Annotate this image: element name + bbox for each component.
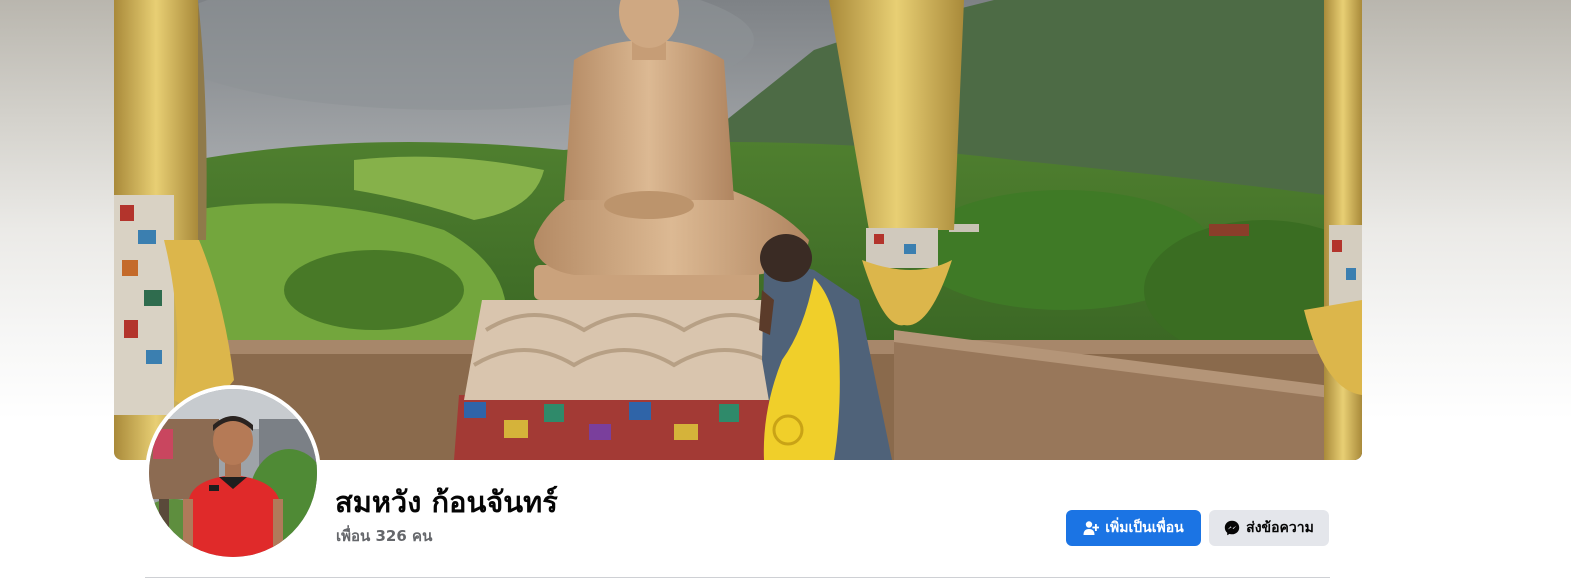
add-friend-icon bbox=[1083, 520, 1100, 536]
cover-photo[interactable] bbox=[114, 0, 1362, 460]
friend-count[interactable]: เพื่อน 326 คน bbox=[336, 525, 432, 547]
header-divider bbox=[145, 577, 1330, 578]
messenger-icon bbox=[1224, 520, 1240, 536]
profile-name[interactable]: สมหวัง ก้อนจันทร์ bbox=[335, 482, 558, 522]
add-friend-button[interactable]: เพิ่มเป็นเพื่อน bbox=[1066, 510, 1201, 546]
profile-picture[interactable] bbox=[149, 389, 317, 557]
send-message-button[interactable]: ส่งข้อความ bbox=[1209, 510, 1329, 546]
add-friend-label: เพิ่มเป็นเพื่อน bbox=[1105, 520, 1184, 536]
profile-picture-frame[interactable] bbox=[145, 385, 321, 561]
send-message-label: ส่งข้อความ bbox=[1246, 520, 1314, 536]
